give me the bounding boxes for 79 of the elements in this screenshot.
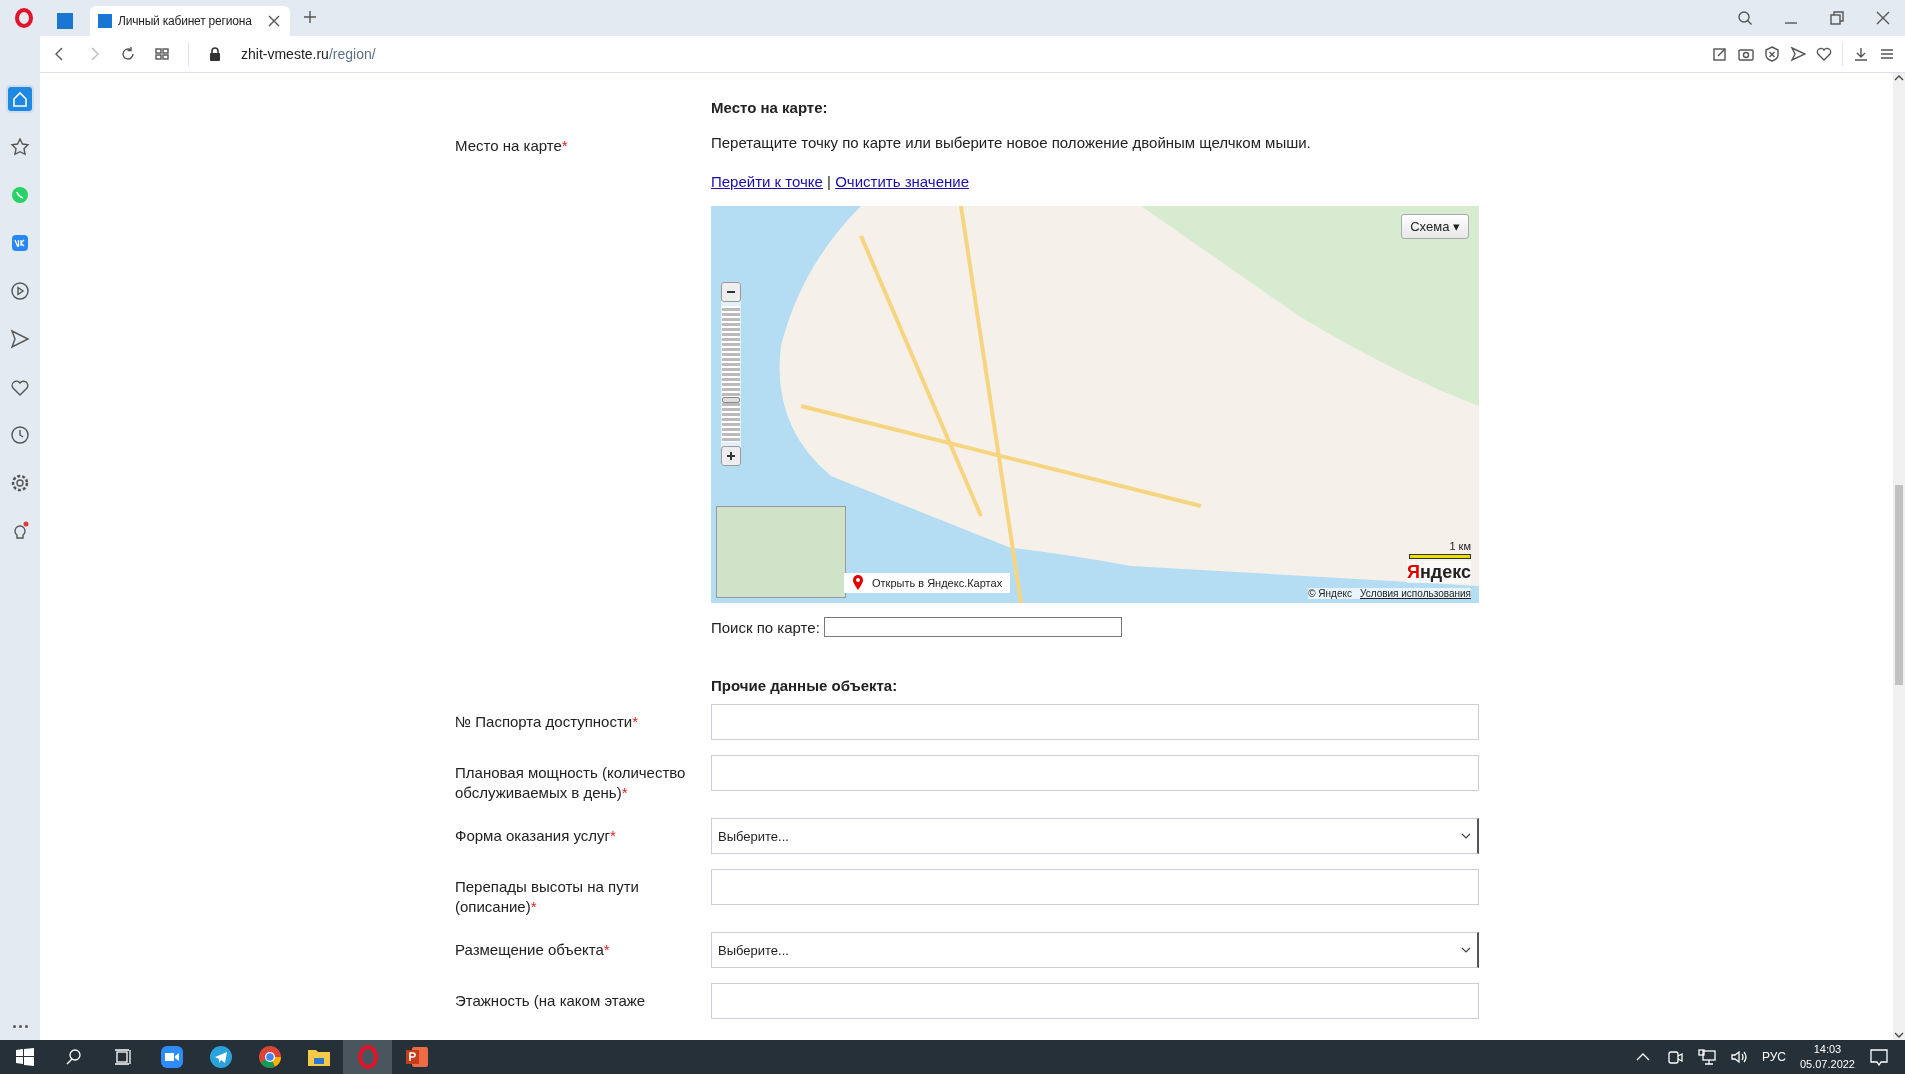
field-label: Плановая мощность (количество обслуживаемых в день)* [455, 763, 687, 803]
plus-icon[interactable] [302, 9, 318, 25]
field-label: Форма оказания услуг* [455, 826, 617, 846]
menu-icon[interactable] [1879, 46, 1895, 62]
chevron-down-icon [1461, 831, 1471, 841]
map-layer-button[interactable]: Схема ▾ [1401, 214, 1469, 239]
browser-tab[interactable]: Личный кабинет региона [90, 6, 290, 36]
scroll-down-icon[interactable] [1893, 1030, 1905, 1040]
search-icon [64, 1048, 83, 1066]
text-field[interactable] [711, 755, 1479, 791]
sidebar-button[interactable] [6, 85, 34, 113]
scale-bar [1409, 554, 1471, 559]
map-logo: Яндекс [1406, 561, 1471, 583]
link[interactable]: Перейти к точке [711, 173, 823, 190]
send-icon [8, 327, 32, 351]
heart-icon[interactable] [1816, 46, 1832, 62]
field-label: Перепады высоты на пути (описание)* [455, 877, 640, 917]
site-icon [98, 14, 112, 28]
lock-icon [207, 46, 223, 62]
scale-label: 1 км [1449, 540, 1471, 552]
restore-icon[interactable] [1829, 10, 1845, 26]
select-field[interactable]: Выберите... [711, 932, 1479, 968]
home-icon [8, 87, 32, 111]
network-icon[interactable] [1697, 1049, 1716, 1065]
clock-icon [8, 423, 32, 447]
video-chat-icon [159, 1045, 184, 1069]
instruction-text: Перетащите точку по карте или выберите новое положение двойным щелчком мыши. [711, 133, 1312, 153]
notifications-icon[interactable] [1869, 1048, 1889, 1066]
text-field[interactable] [711, 983, 1479, 1019]
webcam-icon[interactable] [1665, 1049, 1684, 1065]
opera-icon [355, 1045, 380, 1069]
clock[interactable]: 14:03 05.07.2022 [1799, 1042, 1855, 1072]
plus-icon [725, 450, 737, 462]
task-view-icon [113, 1048, 132, 1066]
play-icon [8, 279, 32, 303]
map-pin-icon [852, 575, 864, 591]
site-icon [57, 13, 73, 29]
section-heading: Прочие данные объекта: [711, 677, 899, 694]
zoom-slider-thumb[interactable] [722, 397, 740, 403]
field-label: Место на карте* [455, 136, 569, 156]
shield-icon[interactable] [1764, 46, 1780, 62]
search-icon[interactable] [1737, 10, 1753, 26]
map-search-field[interactable] [823, 617, 1122, 637]
text-field[interactable] [711, 869, 1479, 905]
select-field[interactable]: Выберите... [711, 818, 1479, 854]
camera-icon[interactable] [1738, 46, 1754, 62]
scrollbar-thumb[interactable] [1895, 485, 1903, 685]
separator: | [827, 173, 831, 190]
chevron-down-icon [1461, 945, 1471, 955]
terms-link[interactable]: Условия использования [1360, 588, 1471, 599]
field-label: Размещение объекта* [455, 940, 611, 960]
field-label: Поиск по карте: [711, 618, 820, 636]
snapshot-edit-icon[interactable] [1712, 46, 1728, 62]
text-field[interactable] [711, 704, 1479, 740]
language-indicator[interactable]: РУС [1761, 1050, 1786, 1064]
tabs-grid-icon[interactable] [154, 46, 170, 62]
close-icon[interactable] [266, 13, 282, 29]
zoom-in-button[interactable] [721, 446, 741, 466]
copyright-text: © Яндекс [1308, 588, 1352, 599]
scroll-up-icon[interactable] [1893, 73, 1905, 83]
windows-icon [15, 1048, 34, 1066]
field-label: Этажность (на каком этаже [455, 991, 647, 1011]
more-icon [12, 1024, 28, 1028]
send-icon[interactable] [1790, 46, 1806, 62]
zoom-slider[interactable] [722, 306, 740, 442]
paper-plane-icon [208, 1045, 233, 1069]
open-in-maps-link[interactable]: Открыть в Яндекс.Картах [844, 573, 1011, 593]
download-icon[interactable] [1853, 46, 1869, 62]
browser-icon [257, 1045, 282, 1069]
reload-icon[interactable] [120, 46, 136, 62]
opera-logo-icon[interactable] [15, 8, 33, 28]
zoom-out-button[interactable] [721, 282, 741, 302]
field-label: № Паспорта доступности* [455, 712, 640, 732]
link[interactable]: Очистить значение [835, 173, 969, 190]
slides-icon [404, 1045, 429, 1069]
close-icon[interactable] [1875, 10, 1891, 26]
section-heading: Место на карте: [711, 99, 829, 116]
speaker-icon[interactable] [1729, 1049, 1748, 1065]
address-field[interactable]: zhit-vmeste.ru/region/ [241, 46, 376, 62]
